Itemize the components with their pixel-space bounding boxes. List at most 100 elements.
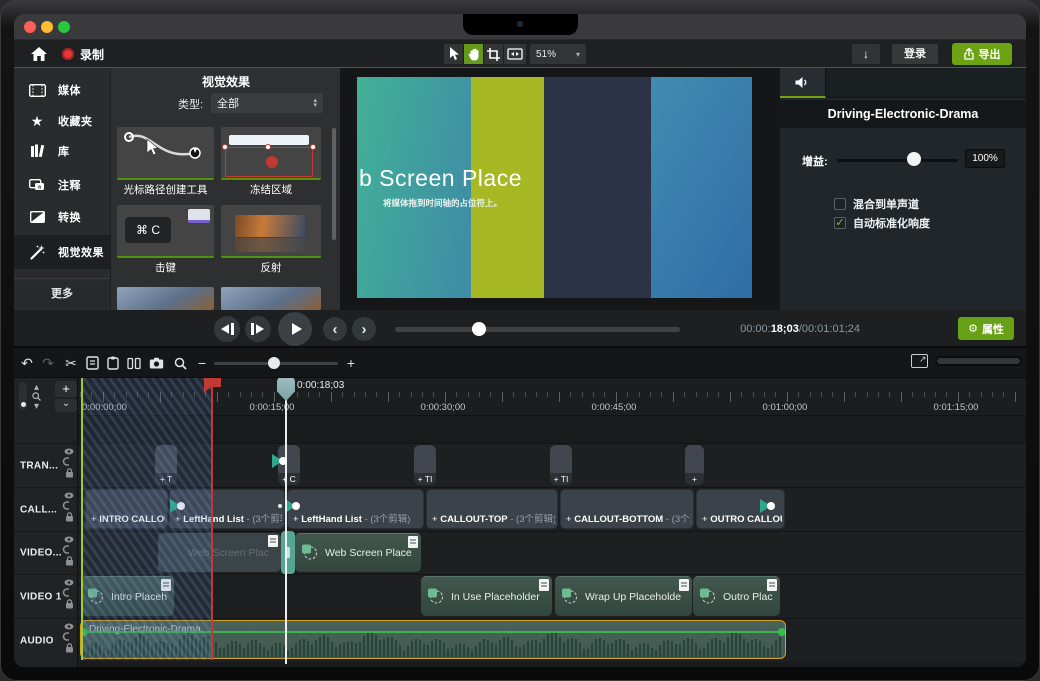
- audio-gain-handle-left[interactable]: [80, 628, 88, 636]
- track-height-slider[interactable]: [19, 382, 27, 410]
- clip-callout-bottom[interactable]: + CALLOUT-BOTTOM - (3个剪辑): [560, 489, 694, 529]
- animation-arrow-icon[interactable]: [760, 499, 775, 513]
- animation-arrow-icon[interactable]: [278, 499, 300, 513]
- effect-item-partial[interactable]: [221, 287, 321, 310]
- effect-item-cursor-path[interactable]: 光标路径创建工具: [117, 127, 214, 197]
- effect-item-reflection[interactable]: 反射: [221, 205, 321, 275]
- effect-item-keystroke[interactable]: ⌘ C 击键: [117, 205, 214, 275]
- animation-arrow-icon[interactable]: [170, 499, 185, 513]
- track-header-callouts[interactable]: CALL...: [14, 487, 78, 531]
- track-header-video2[interactable]: VIDEO...: [14, 531, 78, 574]
- clip-callout-top[interactable]: + CALLOUT-TOP - (3个剪辑): [426, 489, 558, 529]
- add-track-button[interactable]: +: [55, 381, 77, 397]
- timeline-hscrollbar[interactable]: [935, 356, 1022, 366]
- clip-web-screen-dim[interactable]: Web Screen Plac: [158, 533, 281, 572]
- transition-clip[interactable]: + T: [155, 445, 177, 485]
- sidebar-item-visual-effects[interactable]: 视觉效果: [14, 235, 110, 269]
- scrub-slider[interactable]: [395, 327, 680, 332]
- auto-normalize-option[interactable]: ✓ 自动标准化响度: [834, 215, 930, 231]
- track-lane-video1[interactable]: [78, 574, 1026, 618]
- zoom-in-button[interactable]: +: [341, 353, 361, 373]
- next-clip-button[interactable]: ›: [352, 317, 376, 341]
- hscrollbar-thumb[interactable]: [937, 358, 1020, 364]
- track-controls[interactable]: [64, 448, 74, 478]
- clip-intro-callout[interactable]: + INTRO CALLOUT: [85, 489, 168, 529]
- zoom-timeline-button[interactable]: [170, 353, 190, 373]
- zoom-level-select[interactable]: 51% ▾: [530, 44, 586, 64]
- mix-to-mono-checkbox[interactable]: ✓: [834, 198, 846, 210]
- tools-sidebar: 媒体 ★ 收藏夹 库 a 注释 转换: [14, 68, 110, 310]
- filter-dropdown[interactable]: 全部 ▴▾: [211, 93, 323, 113]
- sidebar-more-button[interactable]: 更多: [14, 282, 110, 306]
- preview-canvas[interactable]: b Screen Place 将媒体拖到时间轴的占位符上。: [357, 77, 752, 298]
- sidebar-item-library[interactable]: 库: [14, 136, 110, 166]
- effect-item-partial[interactable]: [117, 287, 214, 310]
- collapse-tracks-button[interactable]: ⌄: [55, 399, 77, 412]
- clip-web-screen-place[interactable]: Web Screen Place: [295, 533, 421, 572]
- login-button[interactable]: 登录: [892, 44, 938, 64]
- paste-button[interactable]: [103, 353, 123, 373]
- timeline-zoom-handle[interactable]: [268, 357, 280, 369]
- previous-frame-button[interactable]: [214, 316, 240, 342]
- panel-scrollbar[interactable]: [332, 128, 336, 240]
- sidebar-item-media[interactable]: 媒体: [14, 75, 110, 105]
- edit-in-place-tool-button[interactable]: [504, 44, 526, 64]
- previous-clip-button[interactable]: ‹: [323, 317, 347, 341]
- zoom-out-button[interactable]: −: [192, 353, 212, 373]
- gain-slider[interactable]: [837, 159, 958, 162]
- home-button[interactable]: [30, 45, 48, 63]
- audio-gain-handle-right[interactable]: [778, 628, 786, 636]
- clip-outro-placeholder[interactable]: Outro Plac: [693, 576, 780, 616]
- clip-trim-handle[interactable]: [281, 531, 295, 574]
- transition-clip[interactable]: + TI: [550, 445, 572, 485]
- download-button[interactable]: ↓: [852, 44, 880, 64]
- sidebar-item-transitions[interactable]: 转换: [14, 202, 110, 232]
- clip-lefthand-list-1[interactable]: + LeftHand List - (3个剪辑): [169, 489, 285, 529]
- copy-button[interactable]: [82, 353, 102, 373]
- keystroke-thumbnail: ⌘ C: [117, 205, 214, 258]
- track-zoom-icon[interactable]: ▴ ▾: [32, 384, 41, 411]
- track-controls[interactable]: [64, 536, 74, 566]
- audio-volume-line[interactable]: [83, 631, 783, 633]
- effect-item-freeze-region[interactable]: 冻结区域: [221, 127, 321, 197]
- clip-in-use-placeholder[interactable]: In Use Placeholder: [421, 576, 552, 616]
- play-button[interactable]: [278, 312, 312, 346]
- properties-button[interactable]: ⚙ 属性: [958, 317, 1014, 340]
- placeholder-icon: [700, 588, 717, 605]
- next-frame-button[interactable]: [245, 316, 271, 342]
- redo-button[interactable]: ↷: [38, 353, 58, 373]
- playhead-time-tooltip: 0:00:18;03: [297, 380, 344, 391]
- close-window-button[interactable]: [24, 21, 36, 33]
- track-controls[interactable]: [64, 623, 74, 653]
- pan-tool-button[interactable]: [464, 44, 483, 64]
- gain-value-field[interactable]: 100%: [965, 149, 1005, 168]
- select-tool-button[interactable]: [444, 44, 463, 64]
- tab-audio[interactable]: [780, 68, 826, 98]
- gain-slider-handle[interactable]: [907, 152, 921, 166]
- undo-button[interactable]: ↶: [17, 353, 37, 373]
- clip-wrap-up-placeholder[interactable]: Wrap Up Placeholde: [555, 576, 692, 616]
- minimize-window-button[interactable]: [41, 21, 53, 33]
- scrub-handle[interactable]: [472, 322, 486, 336]
- clip-audio-driving-electronic-drama[interactable]: Driving-Electronic-Drama: [80, 620, 786, 659]
- export-button[interactable]: 导出: [952, 43, 1012, 65]
- transition-clip[interactable]: + TI: [414, 445, 436, 485]
- crop-tool-button[interactable]: [484, 44, 503, 64]
- track-header-video1[interactable]: VIDEO 1: [14, 574, 78, 618]
- track-header-audio[interactable]: AUDIO: [14, 618, 78, 662]
- cut-button[interactable]: ✂: [61, 353, 81, 373]
- record-button[interactable]: 录制: [62, 45, 104, 63]
- zoom-window-button[interactable]: [58, 21, 70, 33]
- sidebar-item-annotations[interactable]: a 注释: [14, 170, 110, 200]
- mix-to-mono-option[interactable]: ✓ 混合到单声道: [834, 196, 919, 212]
- transition-clip[interactable]: +: [685, 445, 704, 485]
- sidebar-item-favorites[interactable]: ★ 收藏夹: [14, 106, 110, 136]
- split-button[interactable]: [124, 353, 144, 373]
- snapshot-button[interactable]: [146, 353, 166, 373]
- track-controls[interactable]: [64, 492, 74, 522]
- clip-lefthand-list-2[interactable]: + LeftHand List - (3个剪辑): [287, 489, 424, 529]
- track-header-transitions[interactable]: TRAN...: [14, 443, 78, 487]
- clip-intro-placeholder[interactable]: Intro Placeh: [81, 576, 174, 616]
- auto-normalize-checkbox[interactable]: ✓: [834, 217, 846, 229]
- track-controls[interactable]: [64, 579, 74, 609]
